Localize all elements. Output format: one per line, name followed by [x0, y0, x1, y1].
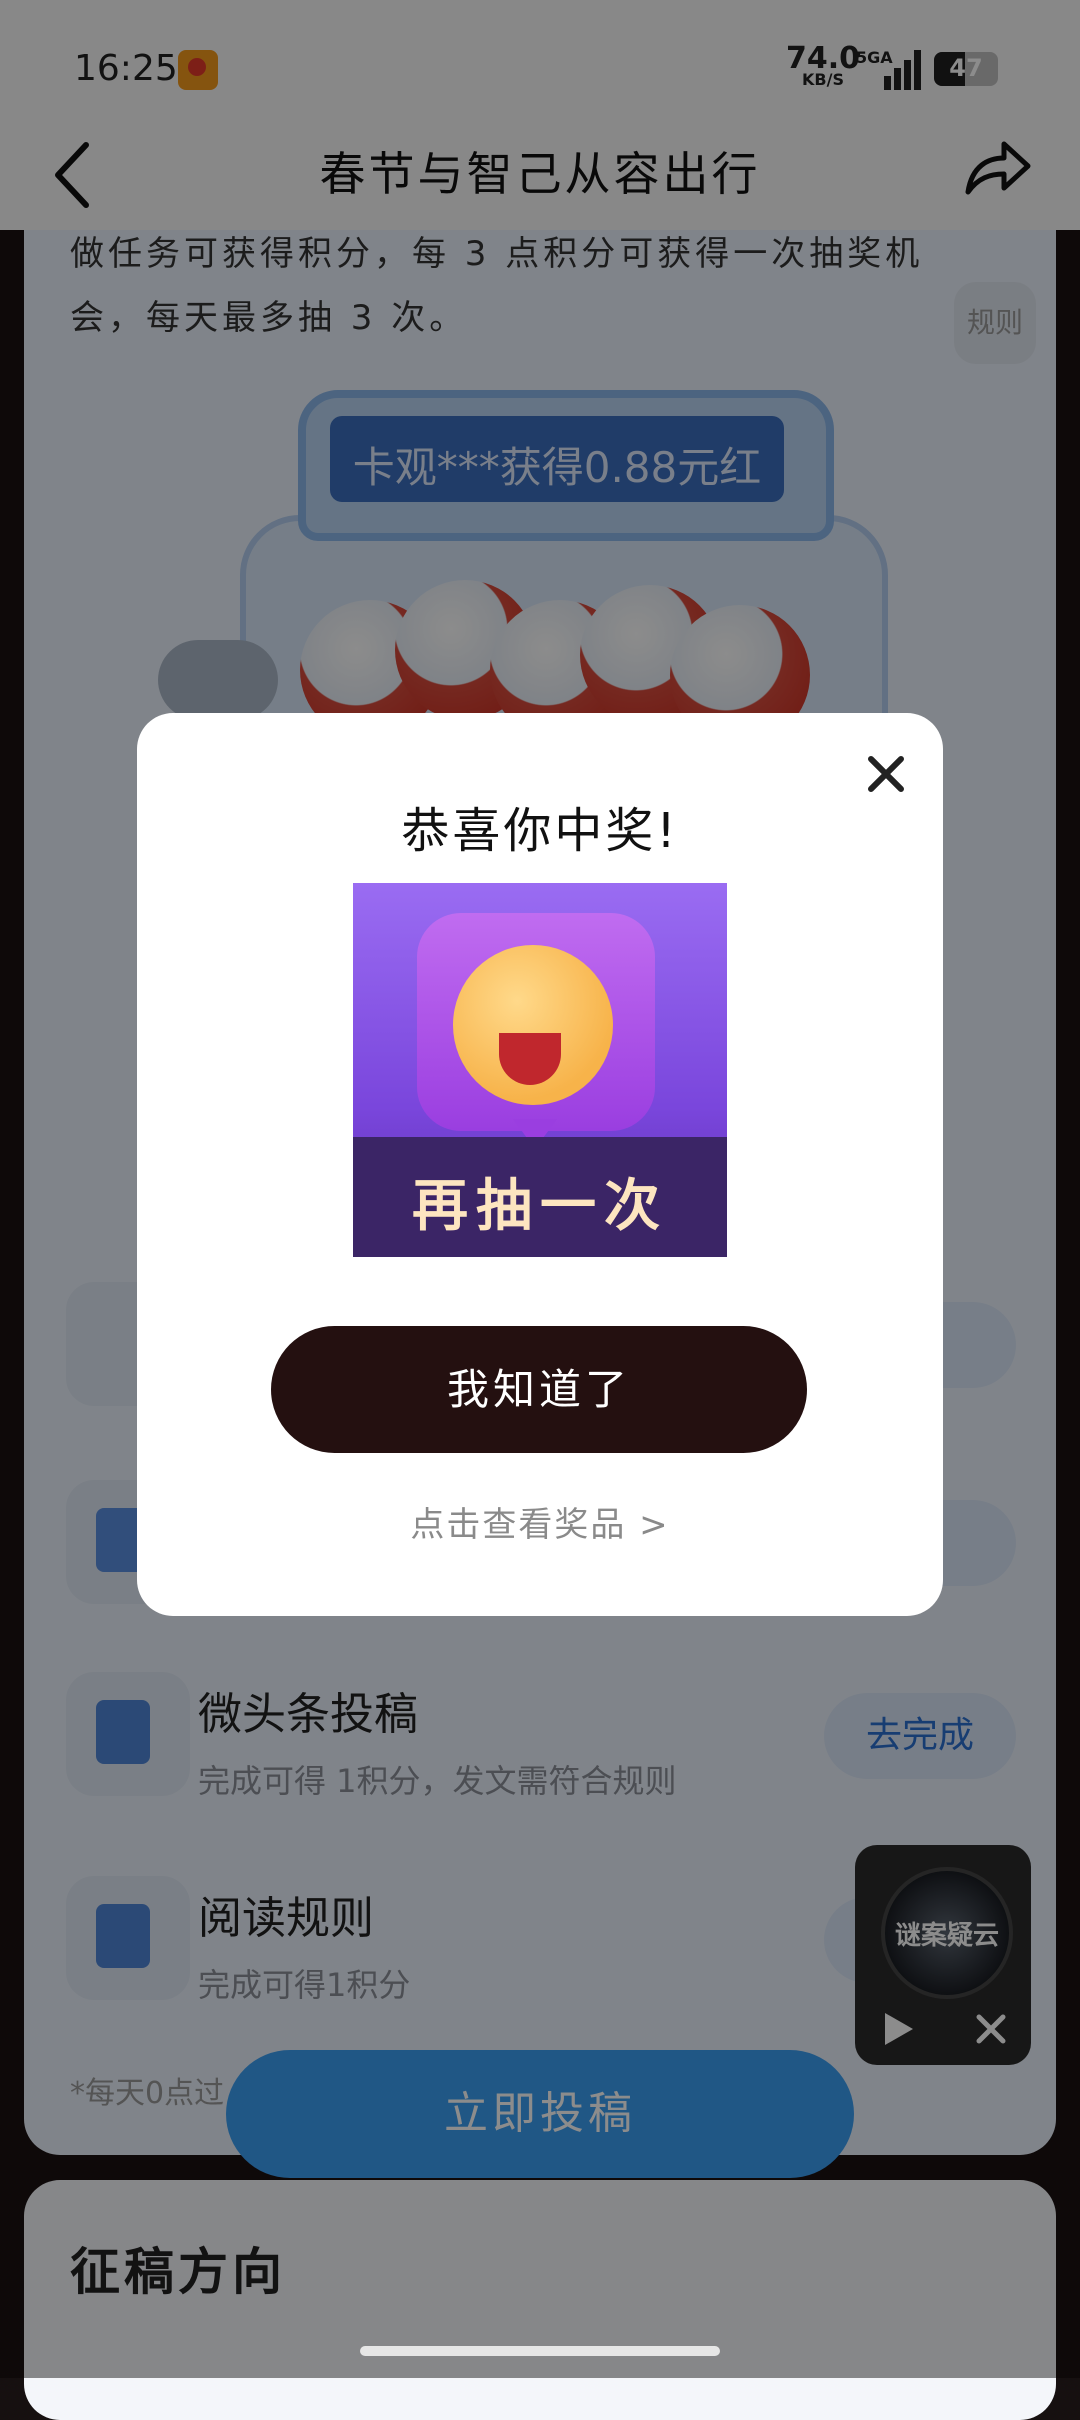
- prize-label: 再抽一次: [412, 1174, 668, 1239]
- prize-label-band: 再抽一次: [353, 1137, 727, 1257]
- home-indicator[interactable]: [360, 2346, 720, 2356]
- prize-image: 再抽一次: [353, 883, 727, 1257]
- prize-dialog: 恭喜你中奖! 再抽一次 我知道了 点击查看奖品 >: [137, 713, 943, 1616]
- confirm-button[interactable]: 我知道了: [271, 1326, 807, 1453]
- view-prize-link[interactable]: 点击查看奖品 >: [137, 1497, 943, 1546]
- dialog-title: 恭喜你中奖!: [401, 803, 679, 859]
